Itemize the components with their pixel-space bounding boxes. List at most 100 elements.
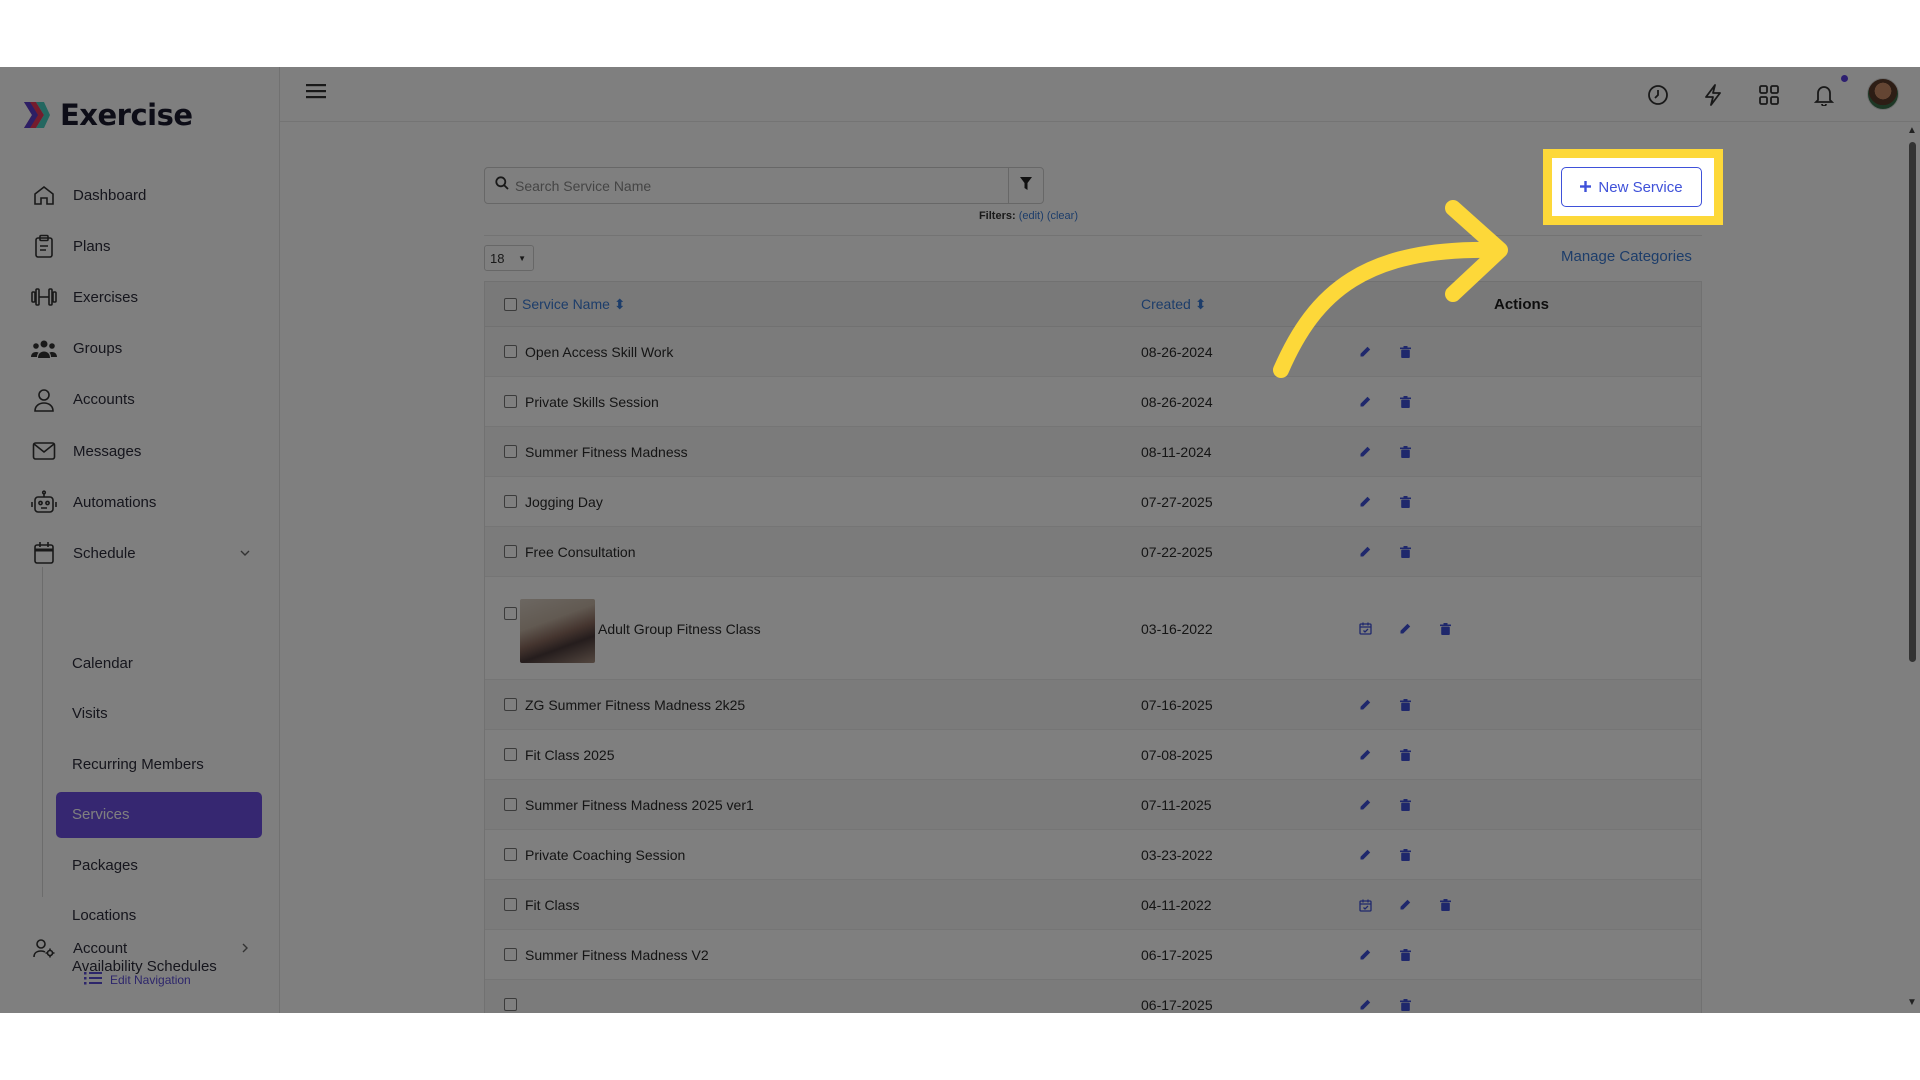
scroll-down-icon[interactable]: ▼: [1907, 997, 1917, 1008]
row-checkbox[interactable]: [504, 698, 517, 711]
search-field[interactable]: [484, 167, 1044, 204]
service-name[interactable]: Free Consultation: [525, 544, 636, 560]
edit-pencil-icon[interactable]: [1357, 797, 1373, 813]
row-checkbox[interactable]: [504, 898, 517, 911]
sidebar-subitem-packages[interactable]: Packages: [56, 842, 262, 888]
bell-icon[interactable]: [1810, 81, 1838, 109]
service-name[interactable]: Summer Fitness Madness: [525, 444, 688, 460]
manage-categories-link[interactable]: Manage Categories: [1561, 248, 1692, 265]
row-checkbox[interactable]: [504, 607, 517, 620]
service-name[interactable]: ZG Summer Fitness Madness 2k25: [525, 697, 745, 713]
sidebar-subitem-services[interactable]: Services: [56, 791, 262, 838]
table-body: Open Access Skill Work 08-26-2024 Private …: [485, 327, 1701, 1013]
service-name[interactable]: Fit Class 2025: [525, 747, 614, 763]
services-table: Service Name ⬍ Created ⬍ Actions Open Ac…: [484, 281, 1702, 1013]
delete-trash-icon[interactable]: [1437, 897, 1453, 913]
delete-trash-icon[interactable]: [1397, 444, 1413, 460]
delete-trash-icon[interactable]: [1397, 394, 1413, 410]
bolt-icon[interactable]: [1699, 81, 1727, 109]
edit-pencil-icon[interactable]: [1357, 947, 1373, 963]
edit-pencil-icon[interactable]: [1357, 394, 1373, 410]
edit-pencil-icon[interactable]: [1357, 494, 1373, 510]
created-date: 08-26-2024: [1141, 344, 1213, 360]
filters-edit-link[interactable]: (edit): [1019, 210, 1044, 222]
sort-icon: ⬍: [1194, 296, 1207, 312]
row-checkbox[interactable]: [504, 848, 517, 861]
service-thumbnail: [520, 599, 595, 663]
row-checkbox[interactable]: [504, 345, 517, 358]
edit-pencil-icon[interactable]: [1397, 621, 1413, 637]
column-header-created[interactable]: Created ⬍: [1141, 296, 1206, 313]
scrollbar-thumb[interactable]: [1909, 142, 1916, 662]
sidebar-item-messages[interactable]: Messages: [30, 431, 250, 471]
service-name[interactable]: Adult Group Fitness Class: [598, 621, 761, 637]
row-checkbox[interactable]: [504, 948, 517, 961]
sidebar-item-automations[interactable]: Automations: [30, 482, 250, 522]
sidebar-item-schedule[interactable]: Schedule: [30, 533, 250, 573]
sidebar-subitem-visits[interactable]: Visits: [56, 691, 262, 737]
sidebar-subitem-recurring-members[interactable]: Recurring Members: [56, 741, 262, 787]
filter-button[interactable]: [1008, 168, 1043, 203]
row-checkbox[interactable]: [504, 748, 517, 761]
delete-trash-icon[interactable]: [1397, 747, 1413, 763]
column-header-service-name[interactable]: Service Name ⬍: [522, 296, 626, 313]
search-input[interactable]: [515, 177, 1015, 194]
edit-pencil-icon[interactable]: [1357, 444, 1373, 460]
per-page-select[interactable]: 18 ▼: [484, 245, 534, 271]
row-checkbox[interactable]: [504, 798, 517, 811]
row-checkbox[interactable]: [504, 495, 517, 508]
table-row: Fit Class 2025 07-08-2025: [485, 730, 1701, 780]
menu-toggle-icon[interactable]: [306, 83, 326, 104]
sidebar-item-exercises[interactable]: Exercises: [30, 277, 250, 317]
created-date: 07-27-2025: [1141, 494, 1213, 510]
delete-trash-icon[interactable]: [1397, 494, 1413, 510]
table-row: 06-17-2025: [485, 980, 1701, 1013]
home-icon: [30, 181, 58, 209]
edit-pencil-icon[interactable]: [1357, 847, 1373, 863]
sidebar-item-account[interactable]: Account: [30, 928, 250, 968]
service-name[interactable]: Open Access Skill Work: [525, 344, 673, 360]
sidebar-item-label: Automations: [73, 493, 157, 511]
logo[interactable]: Exercise: [20, 98, 193, 132]
service-name[interactable]: Jogging Day: [525, 494, 603, 510]
robot-icon: [30, 488, 58, 516]
grid-icon[interactable]: [1755, 81, 1783, 109]
sidebar-item-plans[interactable]: Plans: [30, 226, 250, 266]
edit-pencil-icon[interactable]: [1357, 747, 1373, 763]
edit-pencil-icon[interactable]: [1357, 544, 1373, 560]
sidebar-subitem-calendar[interactable]: Calendar: [56, 640, 262, 686]
row-checkbox[interactable]: [504, 998, 517, 1011]
service-name[interactable]: Private Coaching Session: [525, 847, 685, 863]
delete-trash-icon[interactable]: [1397, 847, 1413, 863]
edit-navigation-link[interactable]: Edit Navigation: [84, 971, 191, 988]
delete-trash-icon[interactable]: [1397, 997, 1413, 1013]
sidebar-item-groups[interactable]: Groups: [30, 329, 250, 369]
sidebar-item-accounts[interactable]: Accounts: [30, 380, 250, 420]
service-name[interactable]: Summer Fitness Madness 2025 ver1: [525, 797, 754, 813]
row-checkbox[interactable]: [504, 545, 517, 558]
filters-clear-link[interactable]: (clear): [1047, 210, 1078, 222]
delete-trash-icon[interactable]: [1397, 697, 1413, 713]
edit-pencil-icon[interactable]: [1397, 897, 1413, 913]
created-date: 08-26-2024: [1141, 394, 1213, 410]
delete-trash-icon[interactable]: [1397, 544, 1413, 560]
scroll-up-icon[interactable]: ▲: [1907, 125, 1917, 136]
sidebar-item-dashboard[interactable]: Dashboard: [30, 175, 250, 215]
edit-pencil-icon[interactable]: [1357, 697, 1373, 713]
edit-pencil-icon[interactable]: [1357, 997, 1373, 1013]
select-all-checkbox[interactable]: [504, 298, 517, 311]
service-name[interactable]: Fit Class: [525, 897, 579, 913]
service-name[interactable]: Private Skills Session: [525, 394, 659, 410]
calendar-check-icon[interactable]: [1357, 621, 1373, 637]
table-row: Private Skills Session 08-26-2024: [485, 377, 1701, 427]
chevron-right-icon: [240, 941, 250, 956]
row-checkbox[interactable]: [504, 445, 517, 458]
avatar[interactable]: [1867, 78, 1899, 110]
clock-icon[interactable]: [1644, 81, 1672, 109]
calendar-check-icon[interactable]: [1357, 897, 1373, 913]
delete-trash-icon[interactable]: [1397, 797, 1413, 813]
service-name[interactable]: Summer Fitness Madness V2: [525, 947, 709, 963]
row-checkbox[interactable]: [504, 395, 517, 408]
delete-trash-icon[interactable]: [1437, 621, 1453, 637]
delete-trash-icon[interactable]: [1397, 947, 1413, 963]
